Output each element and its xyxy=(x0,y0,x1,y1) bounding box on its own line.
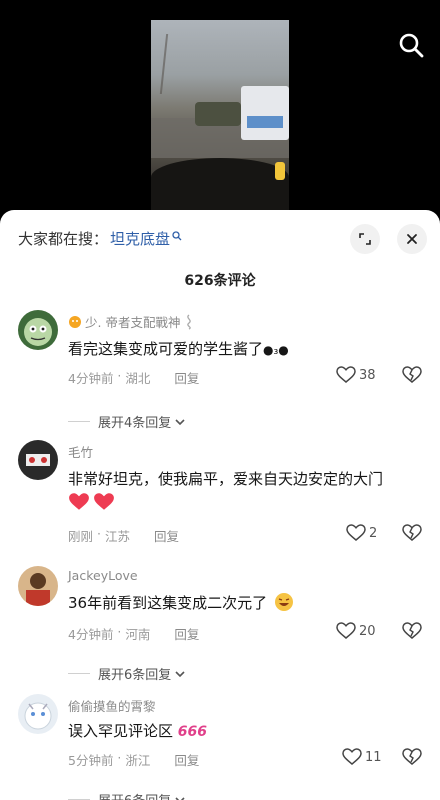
comment-location: 河南 xyxy=(125,627,151,642)
avatar[interactable] xyxy=(18,310,58,350)
dislike-icon[interactable] xyxy=(402,366,422,388)
reply-button[interactable]: 回复 xyxy=(154,526,179,545)
meta-separator: · xyxy=(113,624,126,639)
comment-text: 36年前看到这集变成二次元了 xyxy=(68,592,294,613)
expand-replies-label: 展开6条回复 xyxy=(98,790,171,800)
dislike-icon[interactable] xyxy=(402,622,422,644)
like-button[interactable]: 20 xyxy=(336,622,376,640)
comment-meta: 4分钟前 · 河南 回复 xyxy=(68,624,199,643)
meta-separator: · xyxy=(113,750,126,765)
comment-meta: 刚刚 · 江苏 回复 xyxy=(68,526,179,545)
like-button[interactable]: 11 xyxy=(342,748,382,766)
meta-separator: · xyxy=(93,526,105,541)
reply-button[interactable]: 回复 xyxy=(174,624,199,643)
comment-location: 江苏 xyxy=(104,529,130,544)
comments-header: 大家都在搜： 坦克底盘 xyxy=(0,210,440,266)
666-emoji-icon: 666 xyxy=(177,724,208,740)
expand-line xyxy=(68,673,90,674)
expand-replies[interactable]: 展开4条回复 xyxy=(68,412,186,431)
comment-text: 非常好坦克，使我扁平，爱来自天边安定的大门 xyxy=(68,470,384,488)
username-text: 少. 帝者支配戰神 xyxy=(85,315,181,330)
heart-emoji-icon xyxy=(68,492,115,512)
comment-time: 4分钟前 xyxy=(68,627,114,642)
expand-replies[interactable]: 展开6条回复 xyxy=(68,664,186,683)
comment-text-content: 误入罕见评论区 xyxy=(68,722,174,740)
like-button[interactable]: 38 xyxy=(336,366,376,384)
small-search-icon xyxy=(172,230,182,240)
heart-icon xyxy=(336,366,356,383)
reply-button[interactable]: 回复 xyxy=(174,750,199,769)
search-icon[interactable] xyxy=(396,30,426,60)
comment-meta: 4分钟前 · 湖北 回复 xyxy=(68,368,199,387)
comment-username[interactable]: 偷偷摸鱼的霄黎 xyxy=(68,696,156,715)
avatar[interactable] xyxy=(18,566,58,606)
comment-text: 误入罕见评论区 666 xyxy=(68,720,207,741)
chevron-down-icon xyxy=(175,670,185,677)
hot-search-keyword[interactable]: 坦克底盘 xyxy=(110,228,170,249)
like-button[interactable]: 2 xyxy=(346,524,377,542)
reply-button[interactable]: 回复 xyxy=(174,368,199,387)
comments-sheet: 大家都在搜： 坦克底盘 626条评论 少. 帝者支配戰神 看完这集变成可爱的学生… xyxy=(0,210,440,800)
avatar[interactable] xyxy=(18,440,58,480)
chevron-down-icon xyxy=(175,796,185,800)
badge-icon xyxy=(69,315,81,328)
expand-replies-label: 展开6条回复 xyxy=(98,668,172,683)
dislike-icon[interactable] xyxy=(402,748,422,770)
video-plate xyxy=(247,116,283,128)
comment-text-content: 看完这集变成可爱的学生酱了 xyxy=(68,340,264,358)
laughing-emoji-icon xyxy=(274,593,293,611)
heart-icon xyxy=(346,524,366,541)
like-count: 2 xyxy=(369,525,378,541)
comment-username[interactable]: 毛竹 xyxy=(68,442,93,461)
comment-time: 5分钟前 xyxy=(68,753,114,768)
screen: 大家都在搜： 坦克底盘 626条评论 少. 帝者支配戰神 看完这集变成可爱的学生… xyxy=(0,0,440,800)
hot-search[interactable]: 大家都在搜： 坦克底盘 xyxy=(18,228,182,249)
heart-icon xyxy=(336,622,356,639)
comment-location: 湖北 xyxy=(125,371,151,386)
dislike-icon[interactable] xyxy=(402,524,422,546)
close-icon[interactable] xyxy=(397,224,427,254)
meta-separator: · xyxy=(113,368,126,383)
video-tank xyxy=(195,102,241,126)
comment-text-content: 36年前看到这集变成二次元了 xyxy=(68,594,268,612)
video-player[interactable] xyxy=(151,20,289,216)
expand-line xyxy=(68,421,90,422)
like-count: 38 xyxy=(359,367,376,383)
heart-icon xyxy=(342,748,362,765)
expand-replies-label: 展开4条回复 xyxy=(98,416,172,431)
comment-count: 626条评论 xyxy=(184,273,256,289)
comment-location: 浙江 xyxy=(125,753,151,768)
expand-replies[interactable]: 展开6条回复 xyxy=(68,790,186,800)
chevron-down-icon xyxy=(175,418,185,425)
hot-search-prefix: 大家都在搜： xyxy=(18,230,109,248)
video-truck xyxy=(241,86,289,140)
emoji-icon: ●₃● xyxy=(263,343,289,357)
comment-username[interactable]: 少. 帝者支配戰神 xyxy=(68,312,195,331)
comment-meta: 5分钟前 · 浙江 回复 xyxy=(68,750,199,769)
comment-username[interactable]: JackeyLove xyxy=(68,568,138,583)
avatar[interactable] xyxy=(18,694,58,734)
like-count: 11 xyxy=(365,749,382,765)
like-count: 20 xyxy=(359,623,376,639)
video-light xyxy=(275,162,285,180)
comment-time: 4分钟前 xyxy=(68,371,114,386)
video-tree xyxy=(159,34,207,94)
comment-text: 看完这集变成可爱的学生酱了●₃● xyxy=(68,338,289,359)
comment-time: 刚刚 xyxy=(68,529,94,544)
video-dashboard xyxy=(151,158,289,216)
expand-icon[interactable] xyxy=(350,224,380,254)
decoration-icon xyxy=(187,313,192,330)
